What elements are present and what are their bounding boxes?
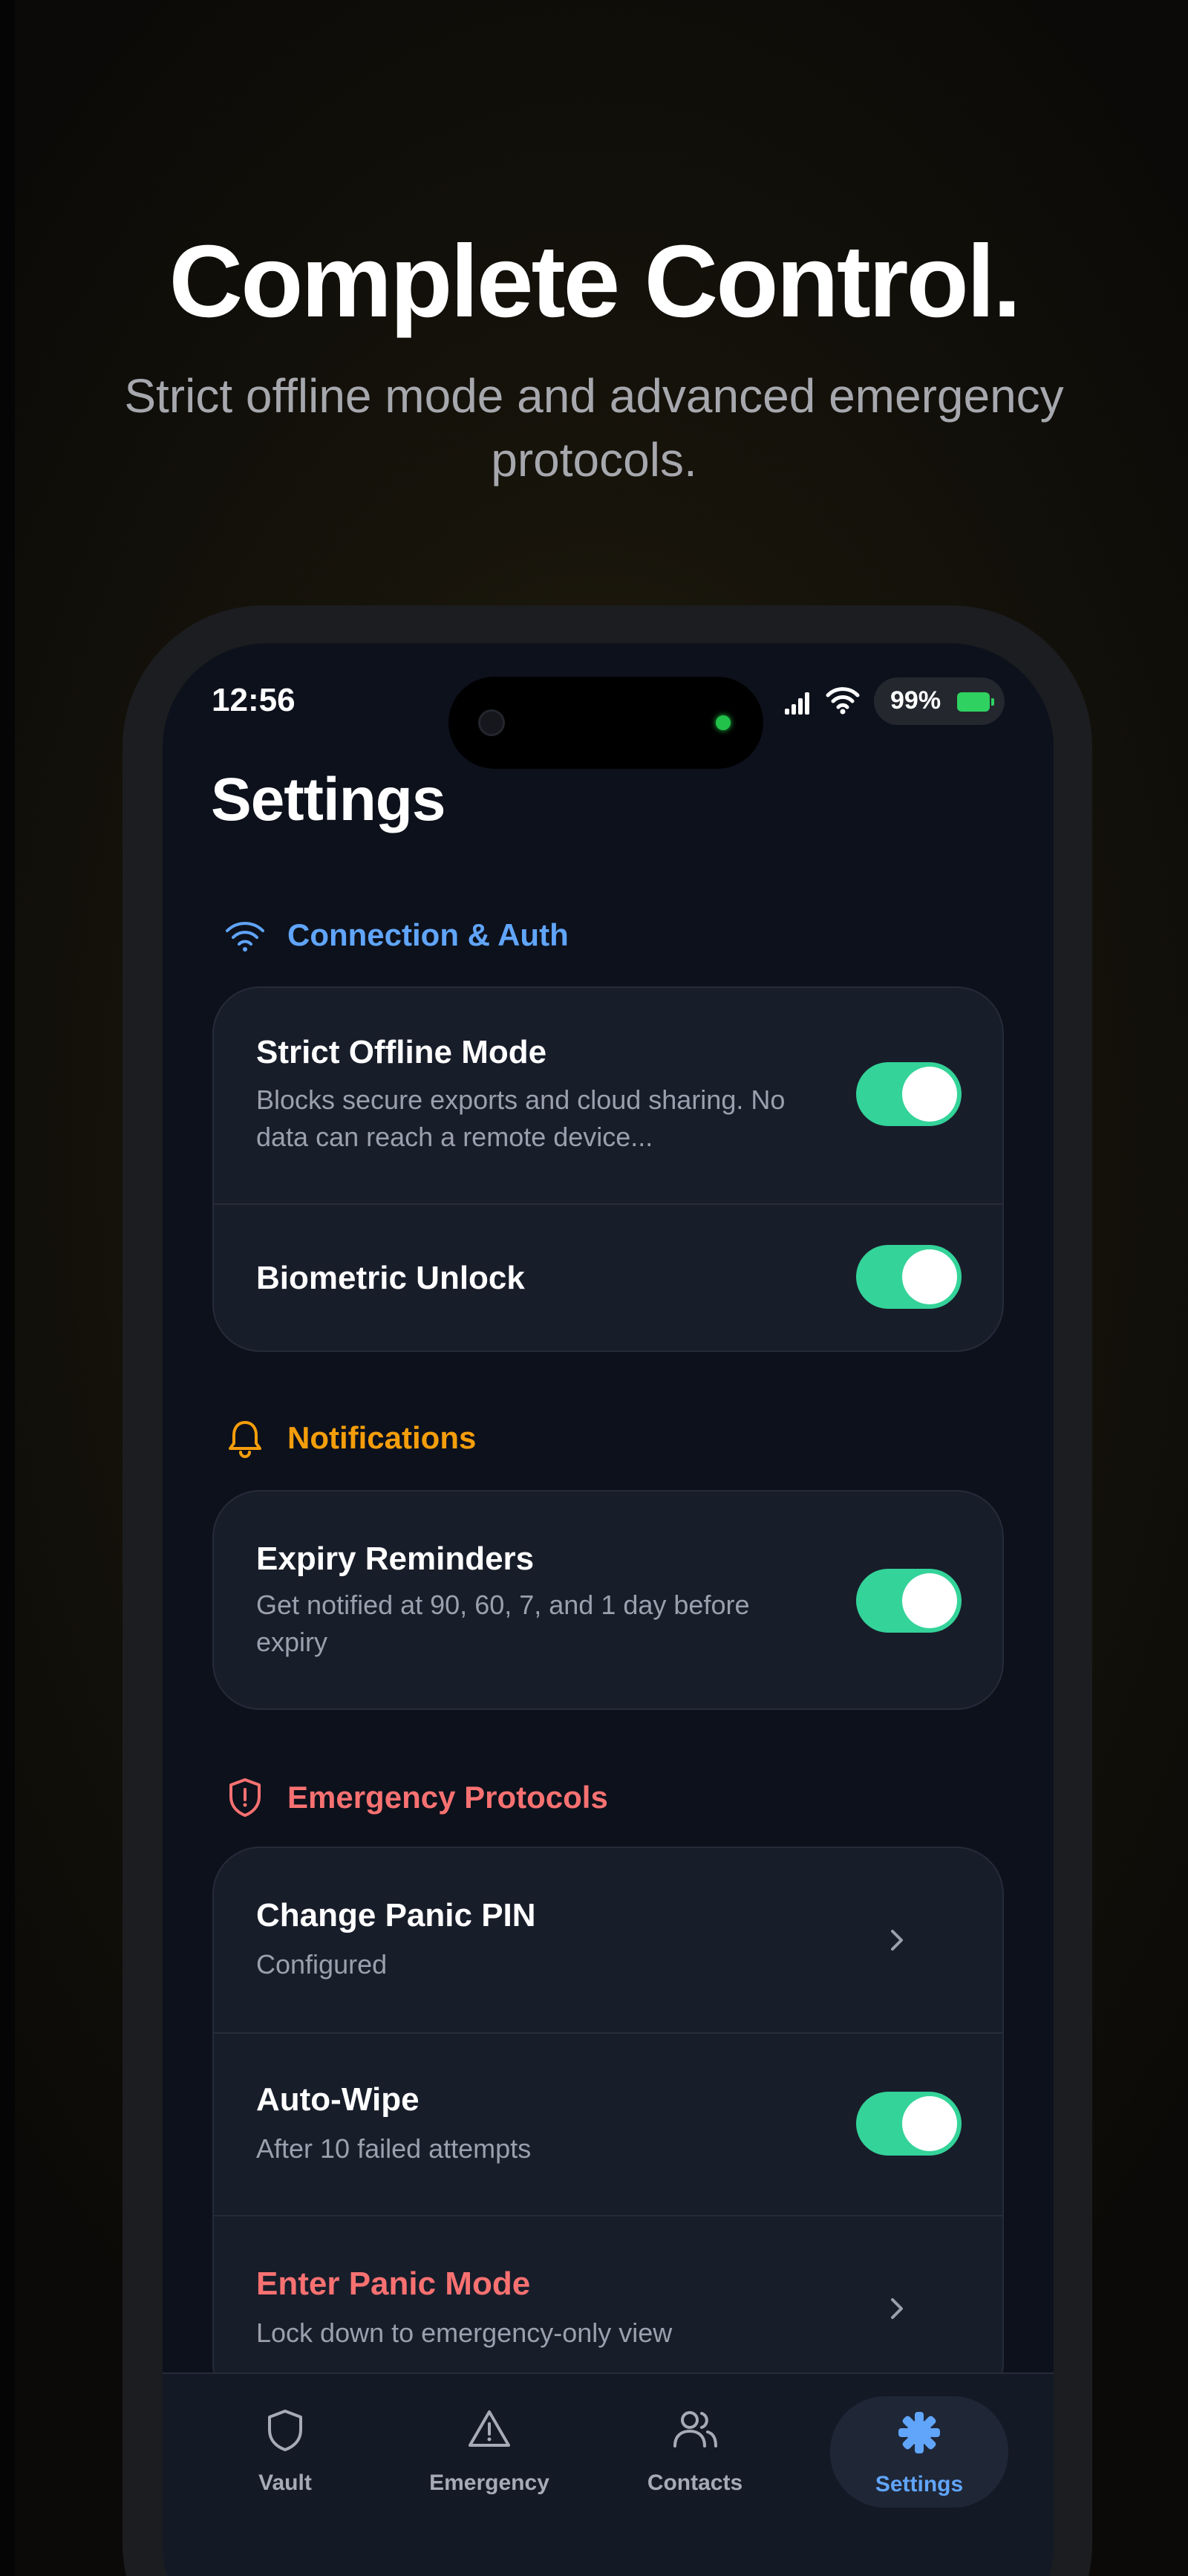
setting-title: Strict Offline Mode bbox=[256, 1034, 547, 1070]
section-title-emergency: Emergency Protocols bbox=[287, 1780, 608, 1815]
hero-subhead: Strict offline mode and advanced emergen… bbox=[124, 369, 1064, 487]
tab-label: Emergency bbox=[429, 2471, 549, 2495]
tab-label: Settings bbox=[875, 2472, 964, 2497]
page-title: Settings bbox=[211, 766, 446, 833]
camera-icon bbox=[478, 709, 505, 736]
status-time: 12:56 bbox=[212, 682, 296, 718]
chevron-right-icon bbox=[891, 2298, 903, 2319]
setting-description: Configured bbox=[256, 1949, 388, 1980]
card-emergency-protocols: Change Panic PIN Configured Auto-Wipe Af… bbox=[212, 1847, 1004, 2411]
setting-title: Biometric Unlock bbox=[256, 1260, 525, 1296]
section-header-connection: Connection & Auth bbox=[223, 914, 569, 957]
setting-title: Expiry Reminders bbox=[256, 1541, 535, 1577]
tab-settings[interactable]: Settings bbox=[830, 2396, 1008, 2508]
tab-contacts[interactable]: Contacts bbox=[606, 2374, 784, 2508]
gear-icon bbox=[898, 2412, 940, 2453]
toggle-knob bbox=[902, 1573, 957, 1628]
battery-indicator: 99% bbox=[874, 677, 1005, 725]
setting-row-expiry: Expiry Reminders Get notified at 90, 60,… bbox=[214, 1492, 1002, 1708]
section-header-notifications: Notifications bbox=[223, 1417, 476, 1460]
toggle-knob bbox=[902, 2096, 957, 2151]
setting-title-danger: Enter Panic Mode bbox=[256, 2266, 531, 2302]
tab-emergency[interactable]: Emergency bbox=[400, 2374, 578, 2508]
bottom-tab-bar: Vault Emergency Contacts Settings bbox=[163, 2372, 1054, 2576]
battery-icon bbox=[957, 692, 994, 712]
phone-screen: 12:56 99% Settings Connection & Auth Str… bbox=[163, 643, 1054, 2576]
tab-label: Vault bbox=[258, 2471, 312, 2495]
card-notifications: Expiry Reminders Get notified at 90, 60,… bbox=[212, 1490, 1004, 1710]
wifi-status-icon bbox=[826, 687, 860, 715]
tab-vault[interactable]: Vault bbox=[196, 2374, 374, 2508]
tab-label: Contacts bbox=[647, 2471, 743, 2495]
wifi-icon bbox=[223, 914, 267, 957]
toggle-knob bbox=[902, 1067, 957, 1122]
section-title-notifications: Notifications bbox=[287, 1420, 477, 1455]
setting-description: After 10 failed attempts bbox=[256, 2133, 532, 2164]
shield-icon bbox=[268, 2410, 302, 2451]
dynamic-island bbox=[448, 677, 763, 769]
shield-alert-icon bbox=[223, 1776, 267, 1819]
auto-wipe-toggle[interactable] bbox=[856, 2092, 962, 2156]
setting-row-auto-wipe: Auto-Wipe After 10 failed attempts bbox=[214, 2034, 1002, 2215]
warning-triangle-icon bbox=[469, 2410, 510, 2447]
section-header-emergency: Emergency Protocols bbox=[223, 1776, 608, 1819]
users-icon bbox=[673, 2411, 717, 2447]
battery-percentage: 99% bbox=[890, 686, 941, 715]
hero-headline: Complete Control. bbox=[169, 224, 1022, 339]
card-connection-auth: Strict Offline Mode Blocks secure export… bbox=[212, 986, 1004, 1352]
bell-icon bbox=[223, 1417, 267, 1460]
setting-row-strict-offline: Strict Offline Mode Blocks secure export… bbox=[214, 988, 1002, 1203]
setting-description: Blocks secure exports and cloud sharing.… bbox=[256, 1084, 786, 1152]
setting-row-biometric: Biometric Unlock bbox=[214, 1205, 1002, 1350]
camera-indicator-dot bbox=[716, 715, 731, 730]
left-edge-bar bbox=[0, 0, 15, 2576]
strict-offline-toggle[interactable] bbox=[856, 1062, 962, 1126]
expiry-reminders-toggle[interactable] bbox=[856, 1569, 962, 1633]
toggle-knob bbox=[902, 1249, 957, 1304]
section-title-connection: Connection & Auth bbox=[287, 917, 569, 952]
setting-description: Lock down to emergency-only view bbox=[256, 2318, 673, 2348]
setting-title: Change Panic PIN bbox=[256, 1897, 536, 1933]
setting-title: Auto-Wipe bbox=[256, 2081, 420, 2118]
chevron-right-icon bbox=[891, 1930, 903, 1951]
setting-row-panic-pin[interactable]: Change Panic PIN Configured bbox=[214, 1848, 1002, 2032]
cellular-signal-icon bbox=[785, 689, 816, 715]
setting-description: Get notified at 90, 60, 7, and 1 day bef… bbox=[256, 1590, 750, 1657]
biometric-unlock-toggle[interactable] bbox=[856, 1245, 962, 1309]
